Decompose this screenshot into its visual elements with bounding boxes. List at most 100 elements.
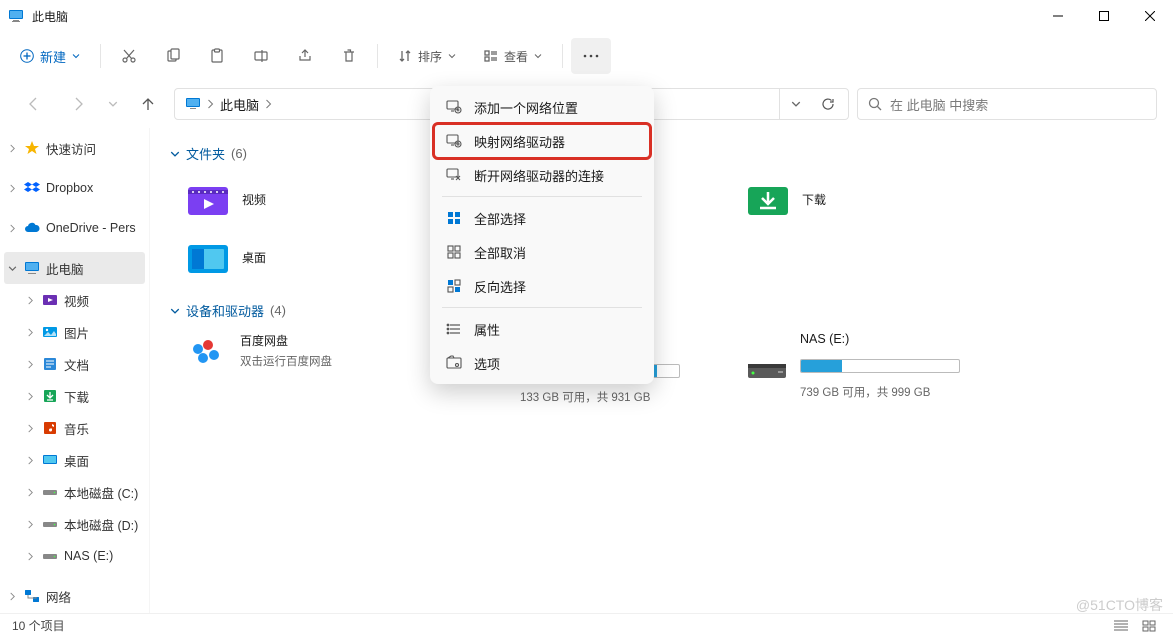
sidebar-item[interactable]: Dropbox <box>0 172 149 204</box>
chevron-right-icon <box>265 99 272 109</box>
chevron-down-icon <box>170 306 180 316</box>
list-icon <box>446 321 462 337</box>
sidebar-item[interactable]: 音乐 <box>0 412 149 444</box>
refresh-button[interactable] <box>812 89 844 119</box>
expand-icon <box>8 592 18 601</box>
menu-item[interactable]: 属性 <box>434 312 650 346</box>
expand-icon <box>26 392 36 401</box>
menu-item-label: 添加一个网络位置 <box>474 98 578 117</box>
menu-item-label: 属性 <box>474 320 500 339</box>
recent-button[interactable] <box>104 86 122 122</box>
drive-label: 百度网盘 <box>240 332 332 349</box>
drive-item[interactable]: 百度网盘双击运行百度网盘 <box>186 332 406 405</box>
sidebar-item[interactable]: 网络 <box>0 580 149 612</box>
sidebar-item[interactable]: 本地磁盘 (C:) <box>0 476 149 508</box>
select-none-icon <box>446 244 462 260</box>
sort-button[interactable]: 排序 <box>386 38 468 74</box>
chevron-down-icon <box>170 149 180 159</box>
address-segment[interactable]: 此电脑 <box>179 91 278 118</box>
address-dropdown-button[interactable] <box>780 89 812 119</box>
sidebar-item[interactable]: 本地磁盘 (D:) <box>0 508 149 540</box>
forward-button[interactable] <box>60 86 96 122</box>
sidebar-item-label: 视频 <box>64 291 89 310</box>
sort-label: 排序 <box>418 48 442 65</box>
rename-button[interactable] <box>241 38 281 74</box>
drive-item[interactable]: NAS (E:) 739 GB 可用，共 999 GB <box>746 332 966 405</box>
copy-button[interactable] <box>153 38 193 74</box>
sidebar-item-label: OneDrive - Pers <box>46 221 136 235</box>
sidebar-item-label: 音乐 <box>64 419 89 438</box>
sidebar-item[interactable]: OneDrive - Pers <box>0 212 149 244</box>
menu-item-label: 映射网络驱动器 <box>474 132 565 151</box>
sidebar-item[interactable]: 下载 <box>0 380 149 412</box>
sidebar-item[interactable]: 桌面 <box>0 444 149 476</box>
expand-icon <box>26 488 36 497</box>
delete-button[interactable] <box>329 38 369 74</box>
drive-info: 739 GB 可用，共 999 GB <box>800 384 966 400</box>
chevron-down-icon <box>108 99 118 109</box>
sidebar-item-label: 网络 <box>46 587 71 606</box>
close-button[interactable] <box>1127 0 1173 32</box>
expand-icon <box>8 264 18 273</box>
search-input[interactable]: 在 此电脑 中搜索 <box>857 88 1157 120</box>
menu-item[interactable]: 选项 <box>434 346 650 380</box>
menu-item-label: 全部取消 <box>474 243 526 262</box>
share-icon <box>297 48 313 64</box>
paste-icon <box>209 48 225 64</box>
paste-button[interactable] <box>197 38 237 74</box>
group-header-folders[interactable]: 文件夹 (6) <box>170 144 1153 163</box>
expand-icon <box>8 144 18 153</box>
menu-item[interactable]: 添加一个网络位置 <box>434 90 650 124</box>
monitor-net-icon <box>446 133 462 149</box>
sidebar-item[interactable]: 此电脑 <box>4 252 145 284</box>
menu-item[interactable]: 断开网络驱动器的连接 <box>434 158 650 192</box>
sidebar-item-label: 本地磁盘 (C:) <box>64 483 138 502</box>
drive-label: NAS (E:) <box>800 332 966 346</box>
drive-sub: 双击运行百度网盘 <box>240 353 332 369</box>
expand-icon <box>26 328 36 337</box>
sidebar-item-label: NAS (E:) <box>64 549 113 563</box>
sidebar-item[interactable]: 图片 <box>0 316 149 348</box>
sort-icon <box>398 49 412 63</box>
gear-icon <box>446 355 462 371</box>
pc-icon <box>8 8 24 24</box>
sidebar-item-label: Dropbox <box>46 181 93 195</box>
menu-item[interactable]: 全部取消 <box>434 235 650 269</box>
up-button[interactable] <box>130 86 166 122</box>
folder-item[interactable]: 桌面 <box>186 233 406 281</box>
folder-item[interactable]: 下载 <box>746 175 966 223</box>
sidebar-item[interactable]: 视频 <box>0 284 149 316</box>
folder-item[interactable]: 视频 <box>186 175 406 223</box>
cut-button[interactable] <box>109 38 149 74</box>
usage-bar <box>800 359 960 373</box>
back-button[interactable] <box>16 86 52 122</box>
group-header-drives[interactable]: 设备和驱动器 (4) <box>170 301 1153 320</box>
tiles-view-button[interactable] <box>1137 616 1161 636</box>
share-button[interactable] <box>285 38 325 74</box>
details-view-button[interactable] <box>1109 616 1133 636</box>
sidebar-item-label: 下载 <box>64 387 89 406</box>
menu-item-label: 选项 <box>474 354 500 373</box>
sidebar-item[interactable]: 快速访问 <box>0 132 149 164</box>
view-button[interactable]: 查看 <box>472 38 554 74</box>
minimize-button[interactable] <box>1035 0 1081 32</box>
new-button[interactable]: 新建 <box>8 38 92 74</box>
menu-item[interactable]: 反向选择 <box>434 269 650 303</box>
menu-item[interactable]: 全部选择 <box>434 201 650 235</box>
more-button[interactable] <box>571 38 611 74</box>
cut-icon <box>121 48 137 64</box>
folder-label: 视频 <box>242 191 266 208</box>
window-title: 此电脑 <box>32 8 68 25</box>
menu-item-label: 全部选择 <box>474 209 526 228</box>
sidebar-item[interactable]: NAS (E:) <box>0 540 149 572</box>
sidebar-item-label: 桌面 <box>64 451 89 470</box>
status-text: 10 个项目 <box>12 617 65 634</box>
sidebar-item[interactable]: 文档 <box>0 348 149 380</box>
status-bar: 10 个项目 <box>0 613 1173 637</box>
menu-item[interactable]: 映射网络驱动器 <box>434 124 650 158</box>
drive-info: 133 GB 可用，共 931 GB <box>520 389 686 405</box>
view-label: 查看 <box>504 48 528 65</box>
menu-item-label: 断开网络驱动器的连接 <box>474 166 604 185</box>
more-icon <box>583 54 599 58</box>
maximize-button[interactable] <box>1081 0 1127 32</box>
